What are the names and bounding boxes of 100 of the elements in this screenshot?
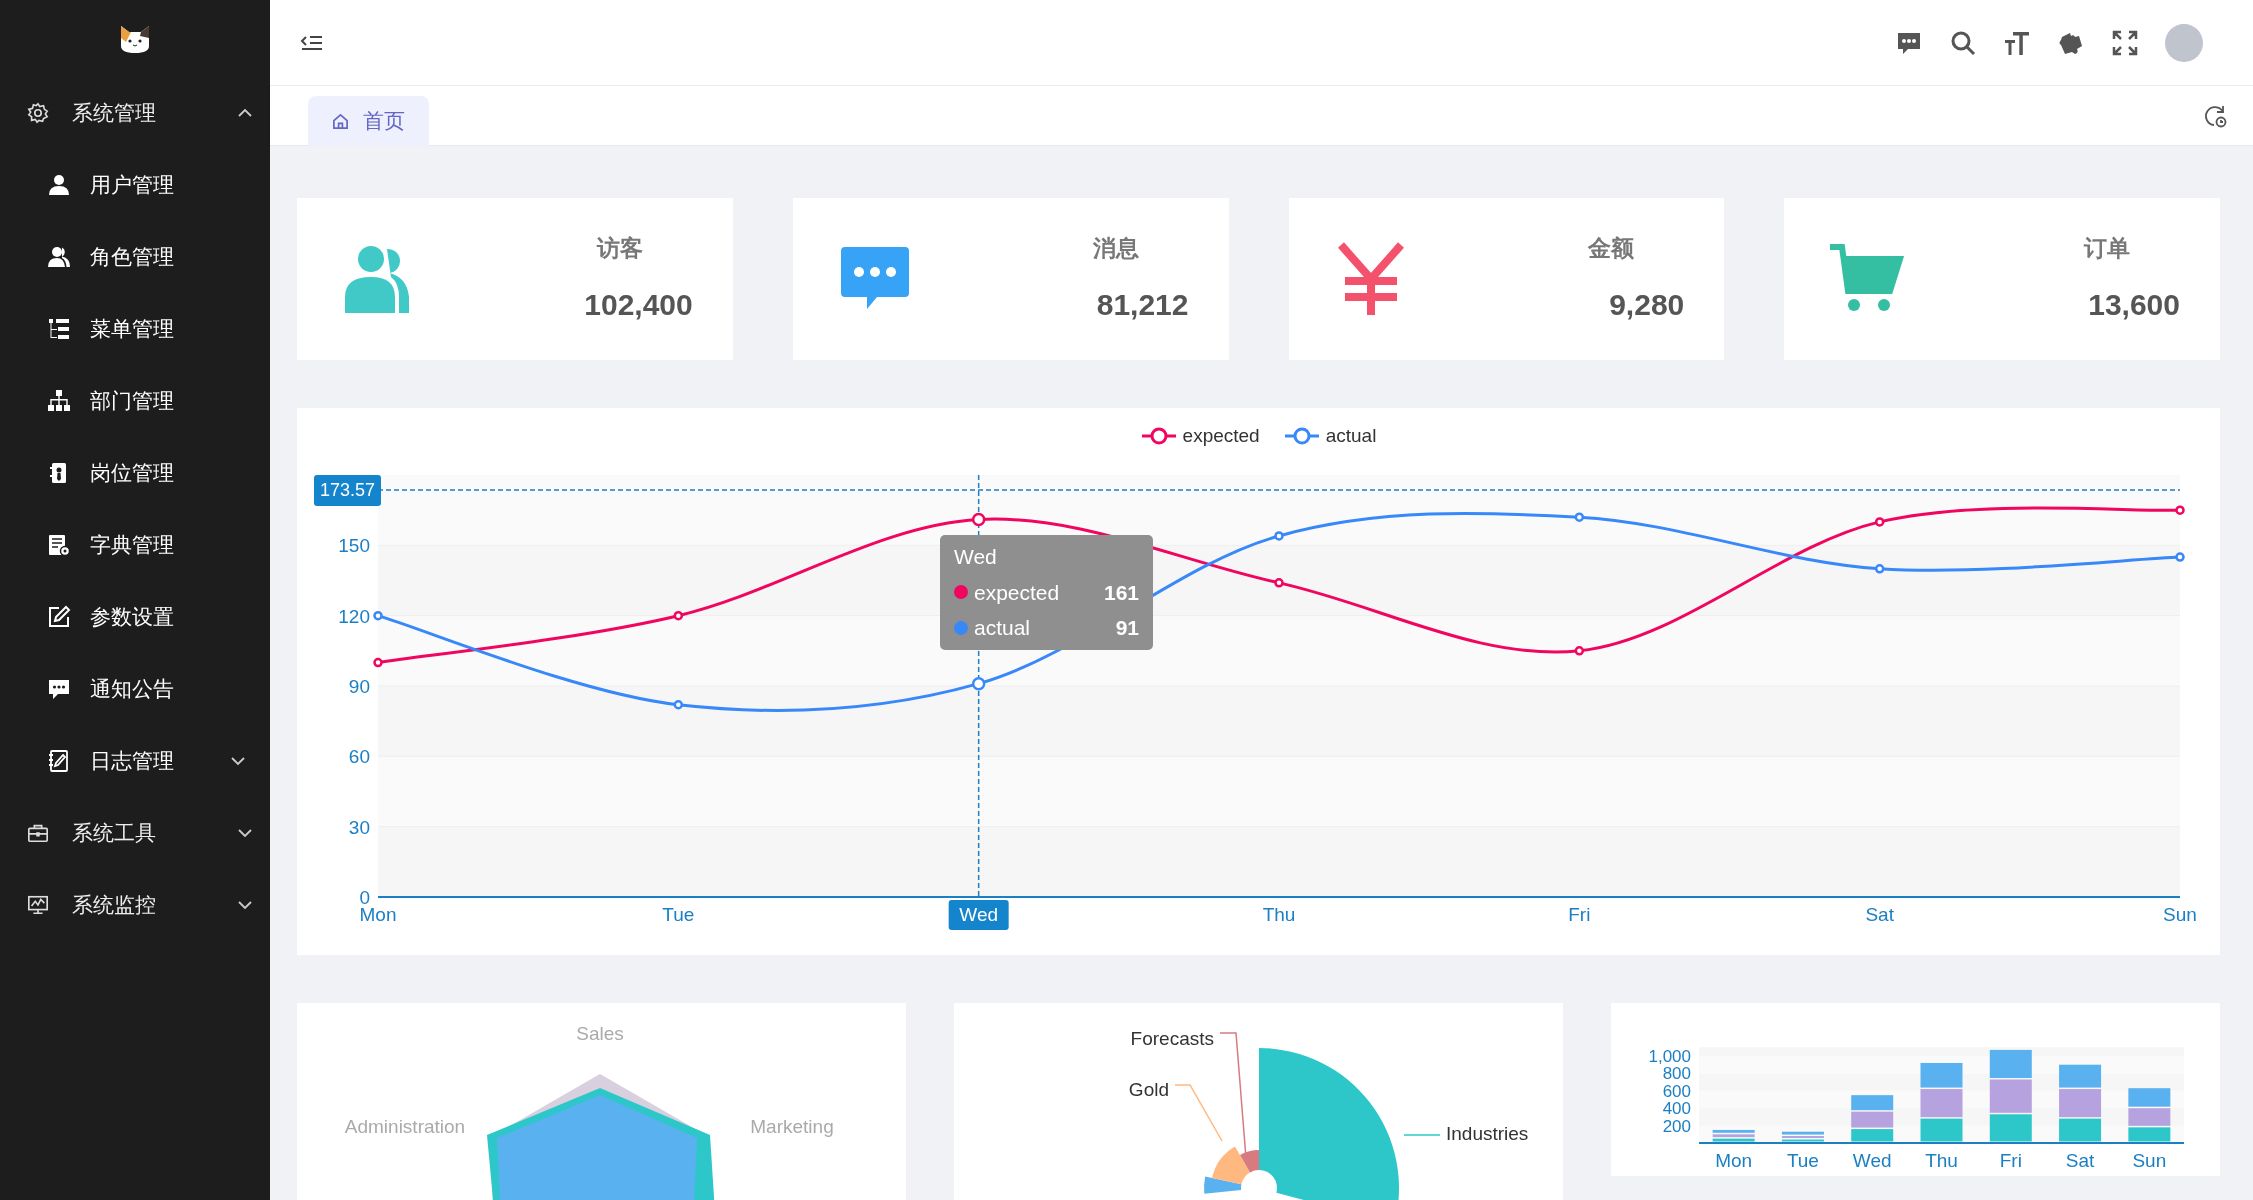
submenu-item[interactable]: 部门管理 [0, 365, 270, 437]
submenu-item[interactable]: 用户管理 [0, 149, 270, 221]
data-point[interactable] [1574, 646, 1585, 656]
data-point[interactable] [1274, 578, 1284, 588]
tooltip-value: 161 [1103, 579, 1139, 606]
org-chart-icon [47, 389, 71, 413]
stat-card[interactable]: 金额 9,280 [1288, 198, 1725, 360]
menu-item[interactable]: 系统管理 [0, 77, 270, 149]
data-point[interactable] [971, 512, 986, 527]
radar-axis-label: Administration [344, 1116, 466, 1137]
legend-item[interactable]: actual [1283, 422, 1377, 451]
data-point[interactable] [1274, 531, 1284, 541]
axis-tick-label: 120 [338, 605, 370, 627]
axis-category-label: Wed [959, 904, 999, 925]
tab[interactable]: 首页 [308, 96, 429, 146]
tooltip-series-name: actual [974, 615, 1032, 641]
tooltip-value: 91 [1115, 615, 1139, 641]
chat-icon [47, 677, 71, 701]
submenu-item[interactable]: 字典管理 [0, 509, 270, 581]
data-point[interactable] [373, 610, 383, 621]
refresh-icon[interactable] [2202, 103, 2228, 129]
axis-category-label: Wed [1852, 1150, 1892, 1171]
menu-label: 通知公告 [90, 676, 175, 703]
data-point[interactable] [673, 610, 684, 621]
fullscreen-icon[interactable] [2111, 28, 2139, 57]
stat-label: 金额 [1588, 234, 1636, 264]
axis-pointer-label: 173.57 [314, 475, 382, 507]
data-point[interactable] [971, 676, 986, 691]
submenu-item[interactable]: 岗位管理 [0, 437, 270, 509]
menu-item[interactable]: 系统监控 [0, 869, 270, 941]
axis-category-label: Sat [2065, 1150, 2095, 1171]
axis-category-label: Mon [1715, 1150, 1753, 1171]
stat-label: 订单 [2084, 234, 2131, 264]
menu-label: 用户管理 [90, 172, 175, 199]
leader-line [1403, 1134, 1441, 1136]
axis-category-label: Thu [1925, 1150, 1958, 1171]
axis-tick-label: 60 [348, 746, 370, 768]
menu-label: 角色管理 [90, 244, 175, 271]
axis-tick-label: 600 [1662, 1081, 1691, 1101]
axis-tick-label: 800 [1662, 1064, 1691, 1084]
menu-item[interactable]: 系统工具 [0, 797, 270, 869]
menu-label: 日志管理 [90, 748, 175, 775]
data-point[interactable] [1874, 517, 1885, 527]
submenu-item[interactable]: 角色管理 [0, 221, 270, 293]
axis-category-label: Fri [1999, 1150, 2022, 1171]
stat-card[interactable]: 消息 81,212 [792, 198, 1229, 360]
data-point[interactable] [2175, 552, 2185, 562]
axis-category-label: Sun [2163, 904, 2197, 925]
tooltip-title: Wed [954, 544, 998, 570]
monitor-icon [27, 894, 49, 916]
menu-label: 部门管理 [90, 388, 175, 415]
submenu-item[interactable]: 日志管理 [0, 725, 270, 797]
legend-item[interactable]: expected [1140, 422, 1260, 451]
data-point[interactable] [1874, 564, 1885, 574]
stat-card[interactable]: 订单 13,600 [1784, 198, 2220, 360]
axis-tick-label: 200 [1662, 1116, 1691, 1136]
axis-category-label: Fri [1568, 904, 1591, 925]
axis-tick-label: 150 [338, 535, 370, 557]
slice-label: Gold [1128, 1079, 1169, 1100]
notebook-edit-icon [47, 749, 71, 773]
stat-value: 81,212 [1096, 286, 1189, 323]
data-point[interactable] [673, 700, 684, 710]
slice-label: Industries [1446, 1123, 1529, 1144]
stat-value: 13,600 [2088, 286, 2180, 323]
stat-value: 102,400 [584, 286, 693, 323]
radar-axis-label: Marketing [750, 1116, 834, 1137]
gear-icon [27, 102, 49, 124]
data-point[interactable] [1574, 512, 1585, 522]
axis-category-label: Sat [1865, 904, 1894, 925]
cat-logo-icon [118, 23, 152, 54]
axis-category-label: Sun [2132, 1150, 2167, 1171]
menu-label: 参数设置 [90, 604, 175, 631]
submenu-item[interactable]: 参数设置 [0, 581, 270, 653]
people-icon [47, 245, 71, 269]
axis-tick-label: 1,000 [1648, 1047, 1691, 1066]
tree-list-icon [47, 317, 71, 341]
tooltip-series-name: expected [974, 579, 1061, 606]
menu-label: 系统管理 [72, 100, 157, 127]
menu-label: 系统工具 [72, 820, 157, 847]
stat-label: 访客 [596, 234, 644, 264]
rose-slice[interactable] [1240, 1150, 1259, 1173]
slice-label: Forecasts [1130, 1028, 1214, 1049]
data-point[interactable] [2175, 505, 2185, 515]
submenu-item[interactable]: 菜单管理 [0, 293, 270, 365]
rose-slice[interactable] [1212, 1146, 1250, 1185]
home-icon [332, 112, 349, 130]
menu-label: 系统监控 [72, 892, 157, 919]
rose-slice[interactable] [1204, 1176, 1242, 1194]
stat-label: 消息 [1092, 234, 1140, 264]
submenu-item[interactable]: 通知公告 [0, 653, 270, 725]
stat-card[interactable]: 访客 102,400 [297, 198, 733, 360]
axis-pointer-badge [948, 900, 1009, 930]
axis-category-label: Tue [662, 904, 695, 925]
data-point[interactable] [373, 657, 383, 668]
briefcase-icon [27, 822, 49, 844]
axis-category-label: Thu [1262, 904, 1296, 925]
book-gear-icon [47, 533, 71, 557]
menu-label: 菜单管理 [90, 316, 175, 343]
edit-icon [47, 605, 71, 629]
menu-label: 岗位管理 [90, 460, 175, 487]
